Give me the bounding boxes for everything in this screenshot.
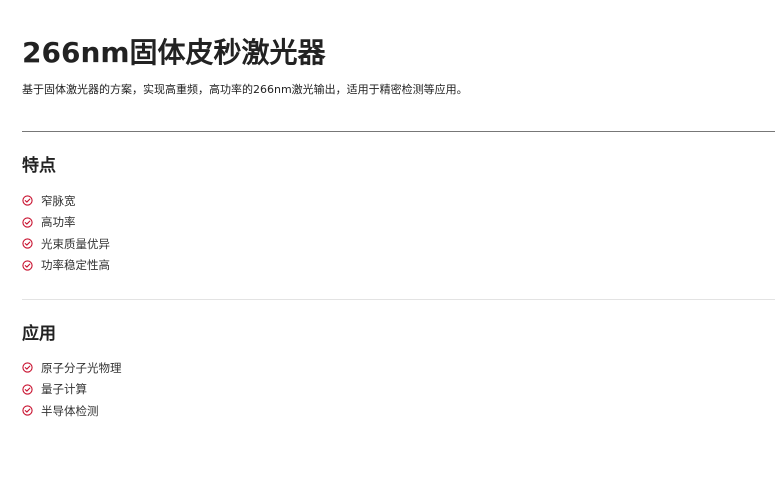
features-heading: 特点 <box>22 156 56 176</box>
check-circle-icon <box>22 238 33 249</box>
list-item: 原子分子光物理 <box>22 357 122 379</box>
check-circle-icon <box>22 384 33 395</box>
section-divider <box>22 299 775 300</box>
check-circle-icon <box>22 217 33 228</box>
check-circle-icon <box>22 405 33 416</box>
product-description: 基于固体激光器的方案，实现高重频，高功率的266nm激光输出，适用于精密检测等应… <box>22 83 468 96</box>
list-item-label: 高功率 <box>41 215 76 230</box>
list-item-label: 半导体检测 <box>41 403 99 418</box>
features-list: 窄脉宽 高功率 光束质量优异 功率稳定性高 <box>22 190 110 276</box>
title-divider <box>22 131 775 132</box>
list-item: 高功率 <box>22 212 110 234</box>
check-circle-icon <box>22 195 33 206</box>
list-item: 窄脉宽 <box>22 190 110 212</box>
page-title: 266nm固体皮秒激光器 <box>22 36 326 69</box>
applications-heading: 应用 <box>22 324 56 344</box>
list-item-label: 原子分子光物理 <box>41 360 122 375</box>
check-circle-icon <box>22 260 33 271</box>
list-item-label: 光束质量优异 <box>41 236 110 251</box>
list-item: 半导体检测 <box>22 400 122 422</box>
list-item: 量子计算 <box>22 379 122 401</box>
list-item: 光束质量优异 <box>22 233 110 255</box>
check-circle-icon <box>22 362 33 373</box>
list-item-label: 窄脉宽 <box>41 193 76 208</box>
list-item-label: 功率稳定性高 <box>41 258 110 273</box>
applications-list: 原子分子光物理 量子计算 半导体检测 <box>22 357 122 422</box>
list-item-label: 量子计算 <box>41 382 87 397</box>
list-item: 功率稳定性高 <box>22 255 110 277</box>
